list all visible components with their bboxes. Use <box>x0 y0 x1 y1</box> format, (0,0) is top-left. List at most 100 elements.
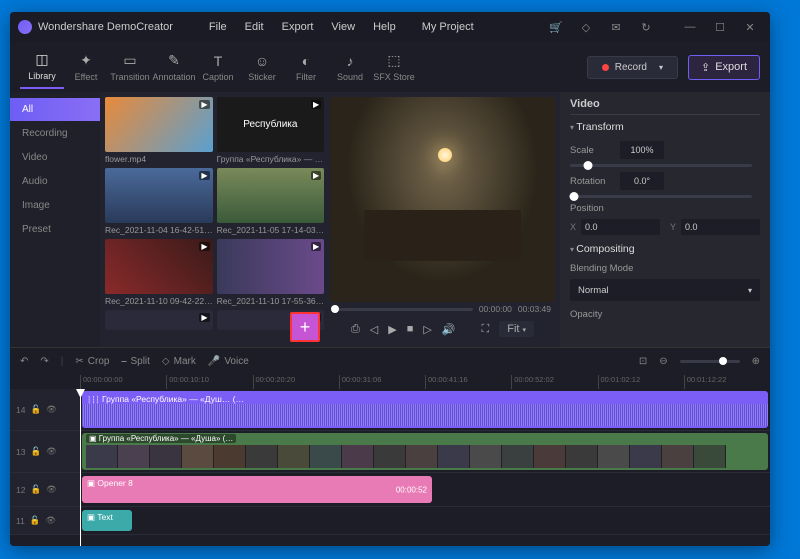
film-icon: ▣ <box>89 434 97 443</box>
media-thumb[interactable]: ▶Rec_2021-11-10 17-55-36… <box>217 239 325 306</box>
mark-button[interactable]: ◇ Mark <box>162 356 196 367</box>
zoom-slider[interactable] <box>680 360 740 363</box>
rotation-slider[interactable] <box>570 195 752 198</box>
tab-transition[interactable]: ▭Transition <box>108 45 152 89</box>
prev-button[interactable]: ◁ <box>370 323 378 336</box>
user-icon[interactable]: ◇ <box>574 16 598 38</box>
mail-icon[interactable]: ✉ <box>604 16 628 38</box>
play-button[interactable]: ▶ <box>388 323 396 336</box>
opener-clip[interactable]: ▣ Opener 8 00:00:52 <box>82 476 432 503</box>
sidebar-item-audio[interactable]: Audio <box>10 170 100 193</box>
lock-icon[interactable]: 🔓 <box>30 404 41 415</box>
blending-mode-select[interactable]: Normal▾ <box>570 279 760 301</box>
eye-icon[interactable]: 👁 <box>46 404 57 415</box>
sidebar-item-recording[interactable]: Recording <box>10 122 100 145</box>
fullscreen-button[interactable]: ⛶ <box>482 323 490 336</box>
volume-button[interactable]: 🔊 <box>442 323 456 336</box>
media-thumb[interactable]: ▶Rec_2021-11-10 09-42-22… <box>105 239 213 306</box>
media-thumb[interactable]: Республика▶Группа «Республика» — … <box>217 97 325 164</box>
playhead[interactable] <box>80 389 81 546</box>
lock-icon[interactable]: 🔓 <box>30 446 41 457</box>
preview-progress[interactable] <box>334 308 473 311</box>
cart-icon[interactable]: 🛒 <box>544 16 568 38</box>
tab-annotation[interactable]: ✎Annotation <box>152 45 196 89</box>
annotation-icon: ✎ <box>168 52 180 69</box>
tab-sticker[interactable]: ☺Sticker <box>240 45 284 89</box>
sidebar-item-image[interactable]: Image <box>10 194 100 217</box>
lock-icon[interactable]: 🔓 <box>30 484 41 495</box>
split-button[interactable]: ⎯ Split <box>121 356 149 367</box>
track-row: 12 🔓 👁 ▣ Opener 8 00:00:52 <box>10 473 770 507</box>
eye-icon[interactable]: 👁 <box>45 515 56 526</box>
text-clip[interactable]: ▣ Text <box>82 510 132 531</box>
media-thumb[interactable]: ▶Rec_2021-11-05 17-14-03… <box>217 168 325 235</box>
tab-filter[interactable]: ◐Filter <box>284 45 328 89</box>
section-transform[interactable]: Transform <box>570 121 760 133</box>
track-number: 12 <box>16 485 25 495</box>
snapshot-button[interactable]: ⎙ <box>351 323 360 336</box>
time-ruler[interactable]: 00:00:00:00 00:00:10:10 00:00:20:20 00:0… <box>10 375 770 389</box>
tab-library[interactable]: ◫Library <box>20 45 64 89</box>
menu-export[interactable]: Export <box>276 19 320 35</box>
zoom-out-button[interactable]: ⊖ <box>659 356 667 367</box>
export-button[interactable]: ⇪Export <box>688 55 760 80</box>
rotation-value[interactable]: 0.0° <box>620 172 664 190</box>
lock-icon[interactable]: 🔓 <box>30 515 41 526</box>
record-button[interactable]: Record▾ <box>587 56 678 79</box>
sticker-icon: ☺ <box>255 53 269 69</box>
track-number: 11 <box>16 516 25 526</box>
filter-icon: ◐ <box>302 53 310 69</box>
menu-project[interactable]: My Project <box>416 19 480 35</box>
eye-icon[interactable]: 👁 <box>46 446 57 457</box>
position-x-input[interactable] <box>581 219 660 235</box>
sidebar-item-video[interactable]: Video <box>10 146 100 169</box>
preview-panel: 00:00:00 00:03:49 ⎙ ◁ ▶ ■ ▷ 🔊 ⛶ Fit ▾ <box>325 92 560 347</box>
voice-button[interactable]: 🎤 Voice <box>208 356 249 367</box>
menu-help[interactable]: Help <box>367 19 402 35</box>
y-label: Y <box>670 222 676 232</box>
tab-sfx[interactable]: ⬚SFX Store <box>372 45 416 89</box>
video-clip[interactable]: ▣ Группа «Республика» — «Душа» (… <box>82 433 768 470</box>
sidebar-item-all[interactable]: All <box>10 98 100 121</box>
stop-button[interactable]: ■ <box>407 323 414 335</box>
sidebar-item-preset[interactable]: Preset <box>10 218 100 241</box>
cube-icon: ◫ <box>35 51 48 68</box>
maximize-button[interactable]: ☐ <box>708 16 732 38</box>
app-window: Wondershare DemoCreator File Edit Export… <box>10 12 770 546</box>
tab-sound[interactable]: ♪Sound <box>328 45 372 89</box>
position-label: Position <box>570 203 620 214</box>
section-compositing[interactable]: Compositing <box>570 243 760 255</box>
tab-caption[interactable]: TCaption <box>196 45 240 89</box>
scale-value[interactable]: 100% <box>620 141 664 159</box>
zoom-fit-button[interactable]: ⊡ <box>639 356 647 367</box>
refresh-icon[interactable]: ↻ <box>634 16 658 38</box>
media-thumb[interactable]: ▶ <box>105 310 213 330</box>
menu-edit[interactable]: Edit <box>239 19 270 35</box>
fit-dropdown[interactable]: Fit ▾ <box>499 321 534 337</box>
props-header: Video <box>570 98 760 115</box>
audio-clip[interactable]: ┆┆┆ Группа «Республика» — «Душ… (… <box>82 391 768 428</box>
add-media-button[interactable]: + <box>290 312 320 342</box>
redo-button[interactable]: ↷ <box>40 356 48 367</box>
x-label: X <box>570 222 576 232</box>
scale-slider[interactable] <box>570 164 752 167</box>
upload-icon: ⇪ <box>701 61 710 74</box>
titlebar: Wondershare DemoCreator File Edit Export… <box>10 12 770 42</box>
clip-label: Opener 8 <box>97 478 132 488</box>
media-thumb[interactable]: ▶flower.mp4 <box>105 97 213 164</box>
tab-effect[interactable]: ✦Effect <box>64 45 108 89</box>
rotation-label: Rotation <box>570 176 620 187</box>
zoom-in-button[interactable]: ⊕ <box>752 356 760 367</box>
waveform-icon: ┆┆┆ <box>87 397 100 404</box>
undo-button[interactable]: ↶ <box>20 356 28 367</box>
menu-view[interactable]: View <box>325 19 361 35</box>
eye-icon[interactable]: 👁 <box>46 484 57 495</box>
position-y-input[interactable] <box>681 219 760 235</box>
menu-file[interactable]: File <box>203 19 233 35</box>
crop-button[interactable]: ✂ Crop <box>75 356 109 367</box>
chevron-down-icon: ▾ <box>523 327 527 334</box>
media-thumb[interactable]: ▶Rec_2021-11-04 16-42-51… <box>105 168 213 235</box>
close-button[interactable]: ✕ <box>738 16 762 38</box>
minimize-button[interactable]: — <box>678 16 702 38</box>
next-button[interactable]: ▷ <box>423 323 431 336</box>
